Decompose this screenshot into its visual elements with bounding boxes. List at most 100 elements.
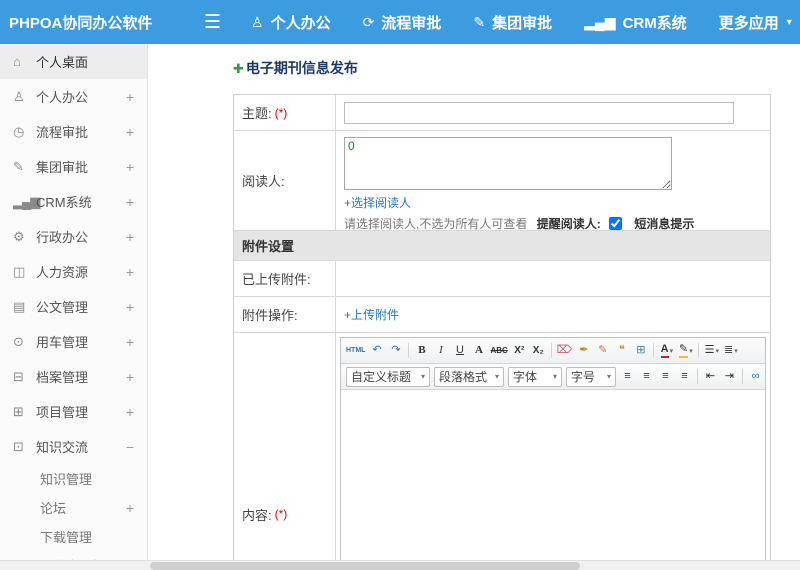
strikethrough-icon[interactable]: ABC [489, 341, 508, 360]
nav-more-apps[interactable]: 更多应用 ▾ [719, 12, 792, 33]
sidebar-item-archive-mgmt[interactable]: ⊟ 档案管理 + [0, 359, 147, 394]
nav-personal-office[interactable]: ♙ 个人办公 [251, 12, 331, 33]
redo-icon[interactable]: ↷ [387, 341, 404, 360]
sidebar-item-admin-office[interactable]: ⚙ 行政办公 + [0, 219, 147, 254]
expand-toggle-icon: + [125, 123, 134, 140]
subject-row: 主题: (*) [234, 95, 770, 131]
bullet-list-icon[interactable]: ☰ ▾ [703, 341, 720, 360]
html-source-icon[interactable]: HTML [345, 341, 366, 360]
toolbar-glyph: ✒ [579, 344, 589, 356]
nav-crm-system[interactable]: ▂▄▆ CRM系统 [584, 12, 687, 33]
sidebar-item-label: 公文管理 [36, 300, 89, 315]
readers-textarea[interactable]: 0 [344, 137, 672, 190]
align-left-icon[interactable]: ≡ [619, 367, 636, 386]
font-size-select[interactable]: 字号 ▾ [566, 366, 616, 387]
sidebar-item-vehicle-mgmt[interactable]: ⊙ 用车管理 + [0, 324, 147, 359]
primary-nav: ♙ 个人办公 ⟳ 流程审批 ✎ 集团审批 ▂▄▆ CRM系统 更多应用 ▾ [251, 12, 800, 33]
nav-workflow-approval[interactable]: ⟳ 流程审批 [363, 12, 442, 33]
toolbar-glyph: ≡ [624, 370, 631, 382]
blockquote-icon[interactable]: ❝ [613, 341, 630, 360]
sms-reminder-checkbox[interactable] [609, 217, 623, 230]
sidebar-item-label: CRM系统 [36, 195, 92, 210]
sidebar-item-personal-office[interactable]: ♙ 个人办公 + [0, 79, 147, 114]
sidebar-subitem-download-mgmt[interactable]: 下载管理 [0, 522, 147, 551]
sidebar-item-group-approval[interactable]: ✎ 集团审批 + [0, 149, 147, 184]
underline-icon[interactable]: U [451, 341, 468, 360]
undo-icon[interactable]: ↶ [368, 341, 385, 360]
bold-icon[interactable]: B [413, 341, 430, 360]
sidebar-item-label: 行政办公 [36, 230, 89, 245]
editor-content-area[interactable] [341, 390, 765, 570]
hamburger-menu-icon[interactable]: ☰ [204, 13, 221, 32]
subject-input[interactable] [344, 101, 734, 124]
chevron-down-icon: ▾ [715, 347, 720, 355]
content-area: ✚ 电子期刊信息发布 主题: (*) 阅读人: 0 +选择阅读人 请选择阅读人,不选… [149, 44, 800, 570]
sidebar-item-label: 用车管理 [36, 335, 89, 350]
align-right-icon[interactable]: ≡ [657, 367, 674, 386]
uploaded-attachments-label: 已上传附件: [242, 272, 311, 287]
toolbar-glyph: X₂ [532, 344, 544, 356]
horizontal-scrollbar-thumb[interactable] [150, 562, 580, 570]
toolbar-glyph: ❝ [618, 344, 625, 356]
highlight-color-icon[interactable]: ✎ ▾ [677, 341, 694, 360]
editor-toolbar-row1: HTML ↶ ↷ B I U A ABC X² X₂ ⌦ ✒ ✎ ❝ ⊞ A ▾… [341, 338, 765, 364]
content-row: 内容: (*) HTML ↶ ↷ B I U A ABC X² X₂ ⌦ ✒ ✎… [234, 333, 770, 570]
sms-reminder-label: 短消息提示 [634, 217, 695, 230]
toolbar-glyph: ☰ [704, 344, 715, 356]
toolbar-glyph: X² [514, 344, 525, 356]
sidebar-subitem-forum[interactable]: 论坛 + [0, 493, 147, 522]
sidebar-item-workflow-approval[interactable]: ◷ 流程审批 + [0, 114, 147, 149]
sidebar: ⌂ 个人桌面 ♙ 个人办公 + ◷ 流程审批 + ✎ 集团审批 + ▂▄▆ CR… [0, 44, 148, 570]
sidebar-item-personal-desktop[interactable]: ⌂ 个人桌面 [0, 44, 147, 79]
sidebar-item-project-mgmt[interactable]: ⊞ 项目管理 + [0, 394, 147, 429]
required-mark: (*) [274, 507, 288, 521]
align-justify-icon[interactable]: ≡ [676, 367, 693, 386]
font-color-icon[interactable]: A ▾ [658, 341, 675, 360]
sidebar-subitem-label: 知识管理 [40, 472, 93, 487]
sidebar-item-document-mgmt[interactable]: ▤ 公文管理 + [0, 289, 147, 324]
grid-icon: ⊞ [13, 404, 24, 419]
select-label: 字号 [571, 370, 596, 384]
table-icon[interactable]: ⊞ [632, 341, 649, 360]
sidebar-subitem-label: 下载管理 [40, 530, 93, 545]
sidebar-menu: ⌂ 个人桌面 ♙ 个人办公 + ◷ 流程审批 + ✎ 集团审批 + ▂▄▆ CR… [0, 44, 147, 464]
select-readers-link[interactable]: +选择阅读人 [344, 196, 411, 210]
upload-attachment-link[interactable]: +上传附件 [344, 306, 399, 323]
format-painter-icon[interactable]: ✎ [594, 341, 611, 360]
sidebar-item-knowledge-exchange[interactable]: ⊡ 知识交流 − [0, 429, 147, 464]
nav-group-approval[interactable]: ✎ 集团审批 [473, 12, 552, 33]
sidebar-subitem-knowledge-mgmt[interactable]: 知识管理 [0, 464, 147, 493]
sidebar-item-crm-system[interactable]: ▂▄▆ CRM系统 + [0, 184, 147, 219]
application-window: PHPOA协同办公软件 ☰ ♙ 个人办公 ⟳ 流程审批 ✎ 集团审批 ▂▄▆ C… [0, 0, 800, 570]
toolbar-glyph: HTML [346, 347, 366, 354]
rich-text-editor: HTML ↶ ↷ B I U A ABC X² X₂ ⌦ ✒ ✎ ❝ ⊞ A ▾… [340, 337, 766, 570]
numbered-list-icon[interactable]: ≣ ▾ [722, 341, 739, 360]
superscript-icon[interactable]: X² [511, 341, 528, 360]
outdent-icon[interactable]: ⇤ [702, 367, 719, 386]
font-family-select[interactable]: 字体 ▾ [508, 366, 562, 387]
eraser-icon[interactable]: ⌦ [556, 341, 574, 360]
toolbar-glyph: ≡ [662, 370, 669, 382]
subscript-icon[interactable]: X₂ [530, 341, 547, 360]
paragraph-format-select[interactable]: 段落格式 ▾ [434, 366, 504, 387]
publish-form: 主题: (*) 阅读人: 0 +选择阅读人 请选择阅读人,不选为所有人可查看 提醒… [233, 94, 771, 570]
nav-label: 个人办公 [270, 14, 331, 32]
custom-heading-select[interactable]: 自定义标题 ▾ [346, 366, 430, 387]
attachment-operation-label: 附件操作: [242, 308, 298, 323]
toolbar-separator [742, 369, 743, 384]
toolbar-glyph: ∞ [751, 370, 760, 382]
link-icon[interactable]: ∞ [747, 367, 764, 386]
align-center-icon[interactable]: ≡ [638, 367, 655, 386]
italic-icon[interactable]: I [432, 341, 449, 360]
horizontal-scrollbar [0, 560, 800, 570]
sidebar-item-hr[interactable]: ◫ 人力资源 + [0, 254, 147, 289]
font-a-icon[interactable]: A [470, 341, 487, 360]
indent-icon[interactable]: ⇥ [721, 367, 738, 386]
people-icon: ◫ [13, 264, 25, 279]
sidebar-item-label: 人力资源 [36, 265, 89, 280]
nav-label: CRM系统 [622, 14, 687, 32]
expand-toggle-icon: + [125, 158, 134, 175]
required-mark: (*) [274, 105, 288, 120]
format-brush-icon[interactable]: ✒ [575, 341, 592, 360]
sidebar-item-label: 个人桌面 [36, 55, 89, 70]
